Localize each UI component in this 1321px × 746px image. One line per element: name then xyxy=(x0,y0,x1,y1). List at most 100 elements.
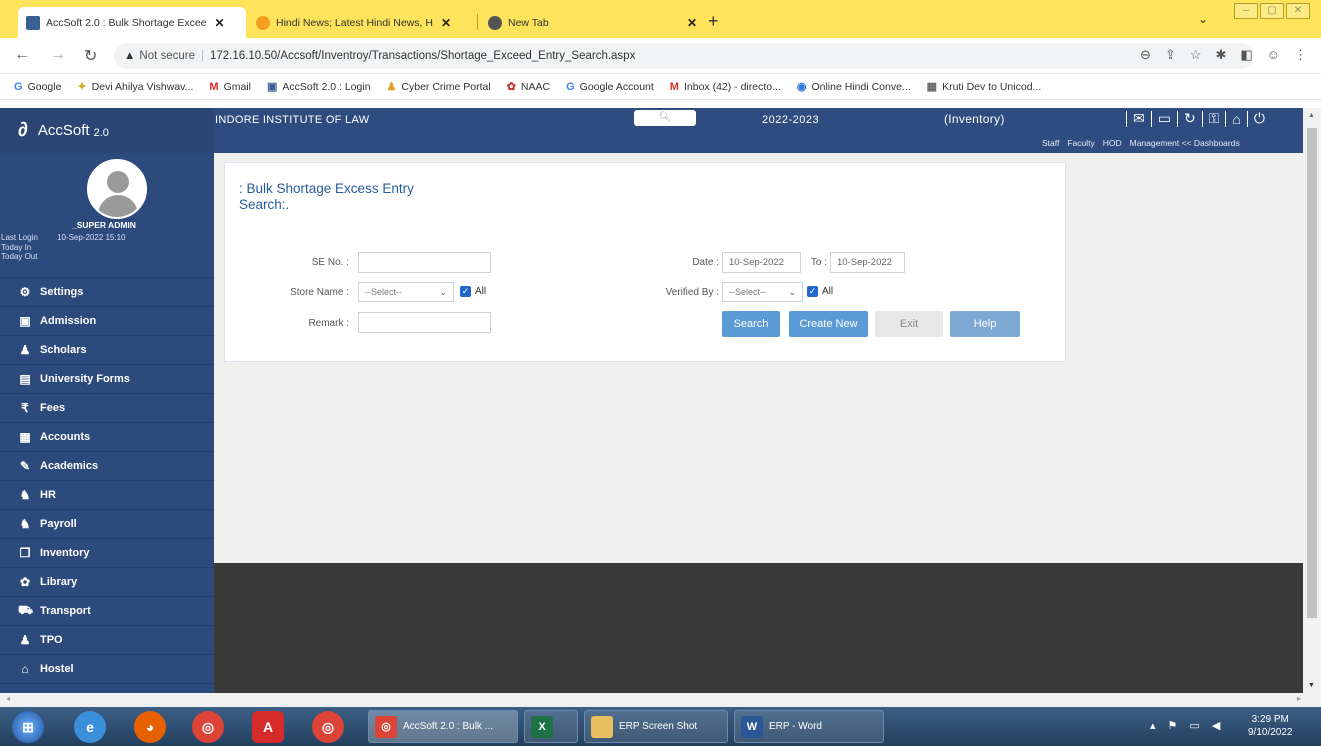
home-icon[interactable]: ⌂ xyxy=(1226,111,1246,127)
bookmark-inbox[interactable]: M Inbox (42) - directo... xyxy=(670,81,781,93)
tab-title: Hindi News; Latest Hindi News, H xyxy=(276,16,433,29)
sidebar-item-scholars[interactable]: ♟ Scholars xyxy=(0,336,214,365)
profile-avatar-icon[interactable]: ☺ xyxy=(1267,47,1280,63)
taskbar-task-accsoft[interactable]: ◎ AccSoft 2.0 : Bulk ... xyxy=(368,710,518,743)
maximize-icon[interactable]: ▢ xyxy=(1260,3,1284,19)
scroll-thumb[interactable] xyxy=(1307,128,1317,618)
share-icon[interactable]: ⇪ xyxy=(1165,47,1176,63)
bookmark-accsoft-login[interactable]: ▣ AccSoft 2.0 : Login xyxy=(267,80,371,94)
flag-icon[interactable]: ⚑ xyxy=(1168,719,1178,732)
star-icon[interactable]: ☆ xyxy=(1190,47,1202,63)
search-button[interactable]: Search xyxy=(722,311,780,337)
verified-by-select[interactable]: --Select-- ⌄ xyxy=(722,282,803,302)
zoom-icon[interactable]: ⊖ xyxy=(1140,47,1151,63)
sidebar-item-hostel[interactable]: ⌂ Hostel xyxy=(0,655,214,684)
close-tab-icon[interactable]: ✕ xyxy=(441,16,451,30)
acrobat-icon[interactable]: A xyxy=(252,711,284,743)
close-tab-icon[interactable]: ✕ xyxy=(687,16,697,30)
bookmark-google-account[interactable]: G Google Account xyxy=(566,81,654,93)
bookmark-google[interactable]: G Google xyxy=(14,81,61,93)
sidebar-item-transport[interactable]: ⛟ Transport xyxy=(0,597,214,626)
sidebar-item-settings[interactable]: ⚙ Settings xyxy=(0,278,214,307)
tab-search-chevron-icon[interactable]: ⌄ xyxy=(1198,12,1208,26)
store-all-checkbox[interactable]: ✓ All xyxy=(460,286,486,297)
mail-icon[interactable]: ✉ xyxy=(1127,110,1151,127)
power-icon[interactable]: ⏻ xyxy=(1248,110,1271,127)
not-secure-label[interactable]: Not secure xyxy=(139,50,195,62)
sidebar-item-hr[interactable]: ♞ HR xyxy=(0,481,214,510)
taskbar-clock[interactable]: 3:29 PM 9/10/2022 xyxy=(1248,713,1293,739)
sidebar-item-payroll[interactable]: ♞ Payroll xyxy=(0,510,214,539)
scroll-right-icon[interactable]: ▸ xyxy=(1297,694,1301,703)
link-management-dashboards[interactable]: Management << Dashboards xyxy=(1130,138,1240,148)
bookmark-kruti-dev[interactable]: ▦ Kruti Dev to Unicod... xyxy=(927,80,1042,94)
help-button[interactable]: Help xyxy=(950,311,1020,337)
chrome-favicon-icon xyxy=(488,15,502,30)
date-from-input[interactable]: 10-Sep-2022 xyxy=(722,252,801,273)
link-hod[interactable]: HOD xyxy=(1103,138,1122,148)
tray-expand-icon[interactable]: ▴ xyxy=(1150,719,1156,732)
bookmark-naac[interactable]: ✿ NAAC xyxy=(507,80,550,94)
checkbox-check-icon[interactable]: ✓ xyxy=(460,286,471,297)
tab-accsoft[interactable]: AccSoft 2.0 : Bulk Shortage Excee ✕ xyxy=(18,7,246,38)
window-icon[interactable]: ▭ xyxy=(1152,110,1177,127)
warning-icon[interactable]: ▲ xyxy=(124,50,135,62)
sidebar-item-fees[interactable]: ₹ Fees xyxy=(0,394,214,423)
bookmark-hindi-converter[interactable]: ◉ Online Hindi Conve... xyxy=(797,80,911,94)
bookmark-gmail[interactable]: M Gmail xyxy=(209,81,251,93)
taskbar-task-excel[interactable]: X xyxy=(524,710,578,743)
chrome-icon[interactable]: ◎ xyxy=(192,711,224,743)
link-staff[interactable]: Staff xyxy=(1042,138,1059,148)
store-name-select[interactable]: --Select-- ⌄ xyxy=(358,282,454,302)
volume-icon[interactable]: ◀ xyxy=(1212,719,1220,732)
sidebar-item-admission[interactable]: ▣ Admission xyxy=(0,307,214,336)
remark-input[interactable] xyxy=(358,312,491,333)
scroll-left-icon[interactable]: ◂ xyxy=(6,694,10,703)
close-tab-icon[interactable]: ✕ xyxy=(215,16,225,30)
sidebar-item-library[interactable]: ✿ Library xyxy=(0,568,214,597)
network-icon[interactable]: ▭ xyxy=(1189,719,1199,732)
sidebar-item-inventory[interactable]: ❐ Inventory xyxy=(0,539,214,568)
forward-arrow-icon[interactable]: → xyxy=(50,46,66,64)
bookmark-davv[interactable]: ✦ Devi Ahilya Vishwav... xyxy=(77,80,193,94)
back-arrow-icon[interactable]: ← xyxy=(14,46,30,64)
refresh-icon[interactable]: ↻ xyxy=(1178,110,1202,127)
bookmark-cyber-crime[interactable]: ♟ Cyber Crime Portal xyxy=(387,80,491,94)
chrome-profile-icon[interactable]: ◎ xyxy=(312,711,344,743)
sidebar-item-university-forms[interactable]: ▤ University Forms xyxy=(0,365,214,394)
close-window-icon[interactable]: ✕ xyxy=(1286,3,1310,19)
sidebar-item-tpo[interactable]: ♟ TPO xyxy=(0,626,214,655)
reload-icon[interactable]: ↻ xyxy=(84,46,97,66)
link-faculty[interactable]: Faculty xyxy=(1067,138,1094,148)
scroll-up-icon[interactable]: ▲ xyxy=(1308,112,1315,119)
exit-button[interactable]: Exit xyxy=(875,311,943,337)
taskbar-task-erp-screenshot[interactable]: ERP Screen Shot xyxy=(584,710,728,743)
verified-all-checkbox[interactable]: ✓ All xyxy=(807,286,833,297)
sidebar-item-academics[interactable]: ✎ Academics xyxy=(0,452,214,481)
internet-explorer-icon[interactable]: e xyxy=(74,711,106,743)
scroll-down-icon[interactable]: ▼ xyxy=(1308,682,1315,689)
horizontal-scrollbar[interactable]: ◂ ▸ xyxy=(0,693,1321,707)
key-icon[interactable]: ⚿ xyxy=(1203,110,1226,127)
se-no-input[interactable] xyxy=(358,252,491,273)
checkbox-check-icon[interactable]: ✓ xyxy=(807,286,818,297)
url-text[interactable]: 172.16.10.50/Accsoft/Inventroy/Transacti… xyxy=(210,50,635,62)
firefox-icon[interactable]: ◕ xyxy=(134,711,166,743)
new-tab-plus-icon[interactable]: + xyxy=(708,11,719,32)
taskbar-task-erp-word[interactable]: W ERP - Word xyxy=(734,710,884,743)
date-to-input[interactable]: 10-Sep-2022 xyxy=(830,252,905,273)
create-new-button[interactable]: Create New xyxy=(789,311,868,337)
vertical-scrollbar[interactable]: ▲ ▼ xyxy=(1303,108,1321,693)
url-field[interactable]: ▲ Not secure | 172.16.10.50/Accsoft/Inve… xyxy=(114,43,1254,69)
header-search-box[interactable]: 🔍︎ xyxy=(634,110,696,126)
app-brand[interactable]: ∂ AccSoft 2.0 xyxy=(0,108,214,153)
tab-hindi-news[interactable]: Hindi News; Latest Hindi News, H ✕ xyxy=(248,7,476,38)
avatar[interactable] xyxy=(87,159,147,219)
start-button-icon[interactable]: ⊞ xyxy=(12,711,44,743)
tab-new-tab[interactable]: New Tab ✕ xyxy=(480,7,705,38)
sidepanel-icon[interactable]: ◧ xyxy=(1240,47,1252,63)
extensions-icon[interactable]: ✱ xyxy=(1216,47,1227,63)
more-menu-icon[interactable]: ⋮ xyxy=(1294,47,1307,63)
minimize-icon[interactable]: – xyxy=(1234,3,1258,19)
sidebar-item-accounts[interactable]: ▦ Accounts xyxy=(0,423,214,452)
